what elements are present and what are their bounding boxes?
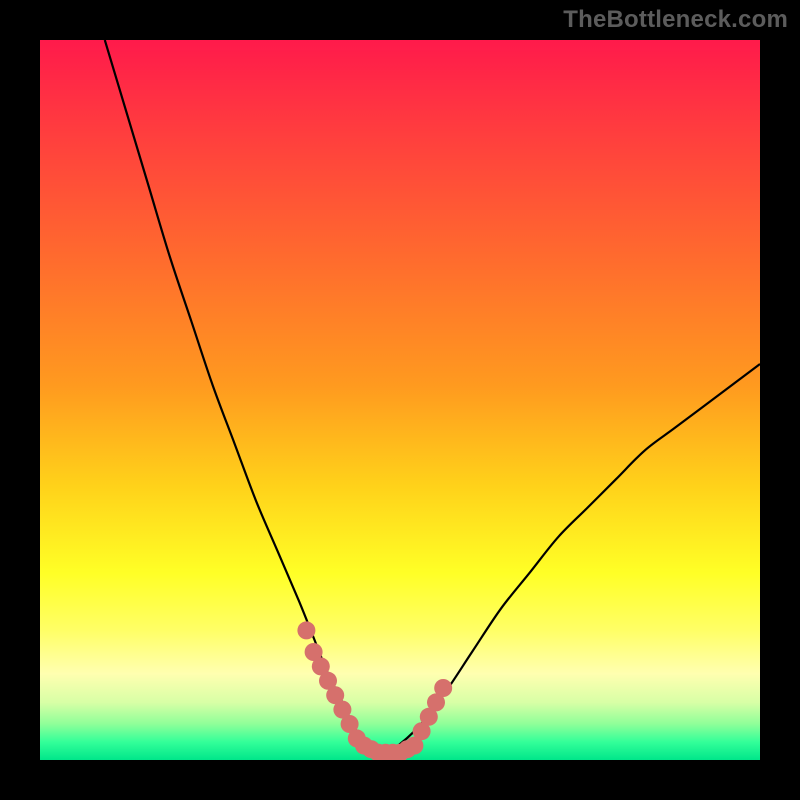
chart-svg xyxy=(40,40,760,760)
highlight-left-descent-dot xyxy=(297,621,315,639)
watermark-text: TheBottleneck.com xyxy=(563,6,788,34)
gradient-background xyxy=(40,40,760,760)
plot-area xyxy=(40,40,760,760)
chart-frame: TheBottleneck.com xyxy=(0,0,800,800)
highlight-right-ascent-dot xyxy=(434,679,452,697)
